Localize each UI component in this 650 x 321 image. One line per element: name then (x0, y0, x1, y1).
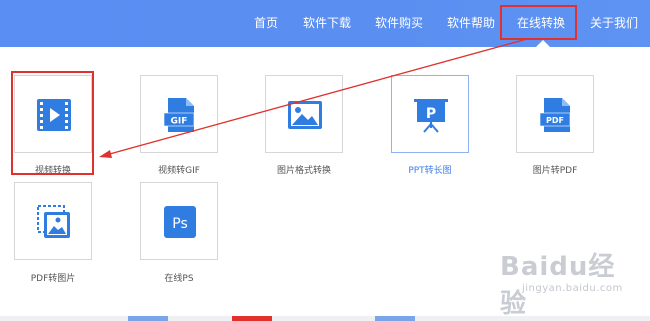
baidu-jingyan-watermark: Baidu经验 jingyan.baidu.com (492, 246, 642, 319)
tool-tile-ppt-to-long-image[interactable]: P (391, 75, 469, 153)
tool-label-ppt-to-long-image: PPT转长图 (408, 166, 452, 176)
ppt-presentation-icon: P (414, 99, 448, 133)
ppt-icon-text: P (426, 106, 436, 122)
nav-about-us[interactable]: 关于我们 (590, 14, 638, 32)
tool-tile-pdf-to-image[interactable] (14, 182, 92, 260)
tool-label-video-to-gif: 视频转GIF (158, 166, 200, 176)
nav-home[interactable]: 首页 (254, 14, 278, 32)
tool-tile-video-to-gif[interactable]: GIF (140, 75, 218, 153)
tool-tile-image-to-pdf[interactable]: PDF (516, 75, 594, 153)
tool-tile-online-ps[interactable]: Ps (140, 182, 218, 260)
pdf-icon-text: PDF (546, 116, 564, 125)
tool-label-pdf-to-image: PDF转图片 (30, 274, 76, 284)
nav-software-purchase[interactable]: 软件购买 (375, 14, 423, 32)
ps-icon-text: Ps (172, 216, 188, 232)
tool-label-online-ps: 在线PS (164, 274, 194, 284)
active-nav-pointer (536, 40, 550, 47)
gif-file-icon: GIF (163, 98, 195, 132)
tool-label-image-to-pdf: 图片转PDF (532, 166, 578, 176)
annotation-box-video-convert (11, 71, 94, 175)
watermark-url: jingyan.baidu.com (522, 283, 623, 294)
nav-software-help[interactable]: 软件帮助 (447, 14, 495, 32)
bottom-strip (0, 316, 650, 321)
pdf-to-image-icon (37, 205, 70, 238)
nav-software-download[interactable]: 软件下载 (303, 14, 351, 32)
tool-tile-image-format[interactable] (265, 75, 343, 153)
gif-icon-text: GIF (171, 117, 188, 127)
annotation-box-online-convert (500, 5, 577, 40)
picture-icon (288, 101, 322, 129)
tool-label-image-format: 图片格式转换 (276, 166, 331, 176)
photoshop-icon: Ps (164, 206, 196, 238)
pdf-file-icon: PDF (539, 98, 571, 132)
